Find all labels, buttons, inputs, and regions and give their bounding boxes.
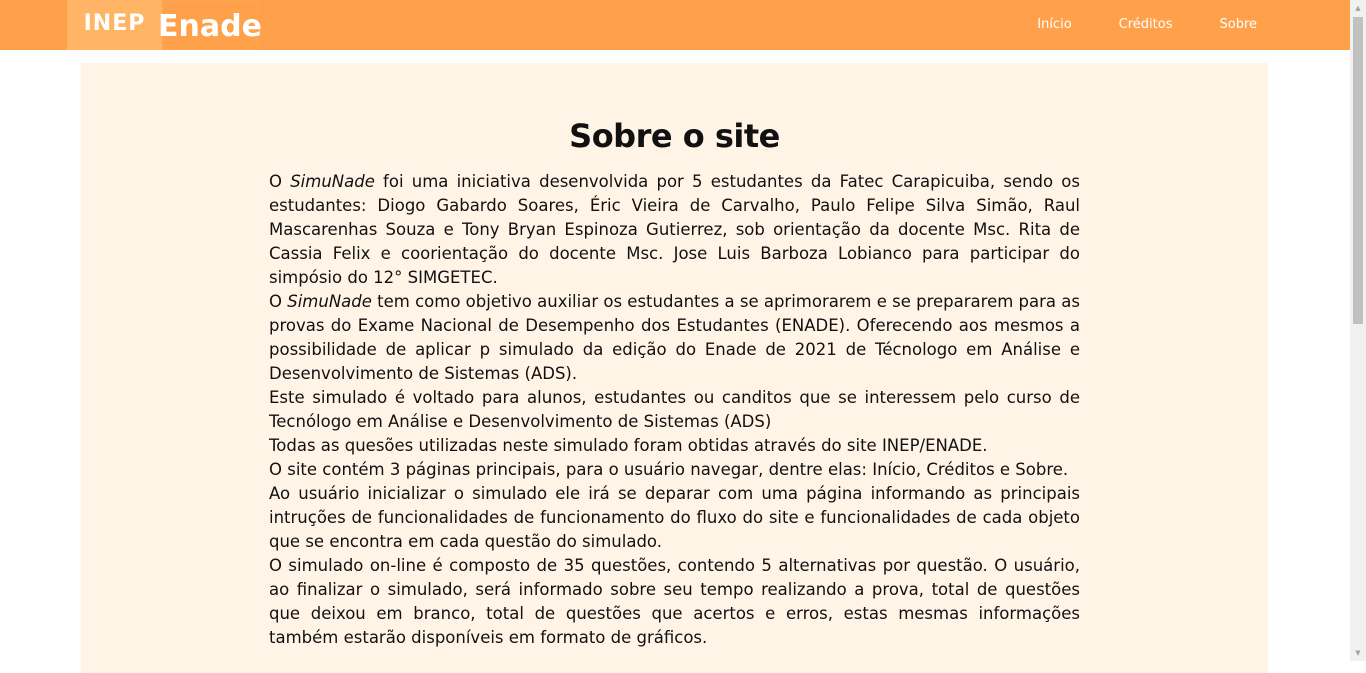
p2-rest: tem como objetivo auxiliar os estudantes… bbox=[269, 292, 1080, 383]
top-navbar: INEP Enade Início Créditos Sobre bbox=[0, 0, 1350, 50]
p1-rest: foi uma iniciativa desenvolvida por 5 es… bbox=[269, 172, 1080, 287]
enade-logo-text: Enade bbox=[158, 8, 262, 44]
p1-prefix: O bbox=[269, 172, 291, 191]
nav-link-sobre[interactable]: Sobre bbox=[1219, 0, 1257, 50]
scrollbar-thumb[interactable] bbox=[1353, 17, 1363, 324]
nav-link-creditos[interactable]: Créditos bbox=[1119, 0, 1173, 50]
about-content-card: Sobre o site O SimuNade foi uma iniciati… bbox=[81, 63, 1268, 673]
nav-link-inicio[interactable]: Início bbox=[1037, 0, 1071, 50]
paragraph-source: Todas as quesões utilizadas neste simula… bbox=[269, 436, 988, 455]
paragraph-instructions: Ao usuário inicializar o simulado ele ir… bbox=[269, 484, 1080, 551]
paragraph-audience: Este simulado é voltado para alunos, est… bbox=[269, 388, 1080, 431]
scroll-down-arrow-icon[interactable]: ▼ bbox=[1350, 645, 1366, 661]
paragraph-pages: O site contém 3 páginas principais, para… bbox=[269, 460, 1069, 479]
scroll-up-arrow-icon[interactable]: ▲ bbox=[1350, 0, 1366, 16]
vertical-scrollbar[interactable]: ▲ ▼ bbox=[1350, 0, 1366, 661]
simunade-brand-2: SimuNade bbox=[287, 292, 372, 311]
inep-logo[interactable]: INEP bbox=[67, 0, 162, 50]
paragraph-objective: O SimuNade tem como objetivo auxiliar os… bbox=[269, 290, 1080, 386]
paragraph-composition: O simulado on-line é composto de 35 ques… bbox=[269, 556, 1080, 647]
main-nav: Início Créditos Sobre bbox=[990, 0, 1257, 50]
enade-logo[interactable]: Enade bbox=[158, 0, 262, 50]
p2-prefix: O bbox=[269, 292, 288, 311]
simunade-brand-1: SimuNade bbox=[290, 172, 375, 191]
site-logo[interactable]: INEP Enade bbox=[67, 0, 262, 50]
inep-logo-text: INEP bbox=[83, 11, 146, 36]
about-text: O SimuNade foi uma iniciativa desenvolvi… bbox=[269, 170, 1080, 650]
paragraph-intro: O SimuNade foi uma iniciativa desenvolvi… bbox=[269, 170, 1080, 290]
page-title: Sobre o site bbox=[569, 117, 780, 155]
